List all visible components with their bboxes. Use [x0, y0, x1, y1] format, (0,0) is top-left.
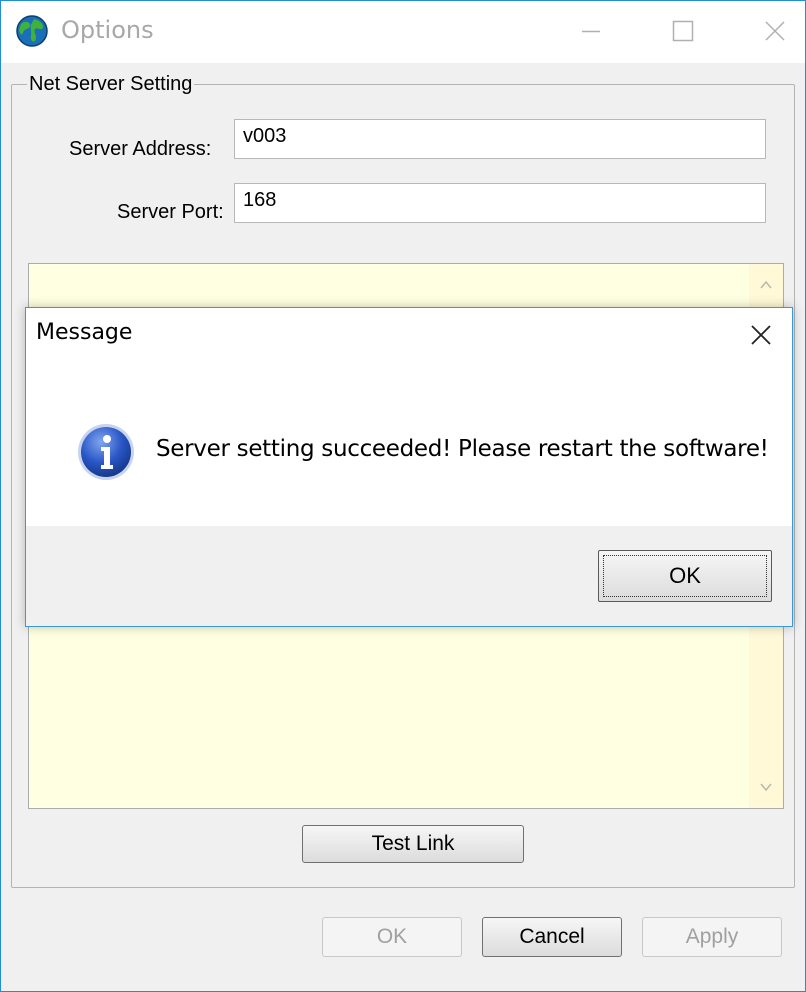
dialog-title: Message [36, 320, 133, 345]
close-icon [751, 325, 771, 345]
group-label: Net Server Setting [27, 73, 195, 96]
apply-button[interactable]: Apply [642, 917, 782, 957]
dialog-ok-button[interactable]: OK [598, 550, 772, 602]
dialog-title-bar[interactable]: Message [26, 308, 792, 360]
close-button[interactable] [753, 11, 797, 51]
dialog-body: Server setting succeeded! Please restart… [26, 360, 792, 526]
server-port-label: Server Port: [117, 201, 224, 223]
cancel-button[interactable]: Cancel [482, 917, 622, 957]
maximize-icon [672, 20, 694, 42]
title-bar[interactable]: Options [1, 1, 805, 63]
focus-rectangle [603, 555, 767, 597]
globe-icon [16, 15, 48, 47]
minimize-button[interactable] [569, 11, 613, 51]
server-port-input[interactable]: 168 [234, 183, 766, 223]
message-dialog: Message Server setting succeeded! Please… [25, 307, 793, 627]
ok-button[interactable]: OK [322, 917, 462, 957]
server-address-label: Server Address: [69, 138, 212, 160]
server-address-input[interactable]: v003 [234, 119, 766, 159]
dialog-close-button[interactable] [742, 316, 780, 354]
scroll-up-icon[interactable] [757, 276, 775, 294]
info-icon [78, 424, 134, 480]
test-link-button[interactable]: Test Link [302, 825, 524, 863]
scroll-down-icon[interactable] [757, 778, 775, 796]
window-title: Options [61, 16, 154, 44]
dialog-message: Server setting succeeded! Please restart… [156, 436, 769, 462]
close-icon [765, 21, 785, 41]
maximize-button[interactable] [661, 11, 705, 51]
minimize-icon [582, 30, 600, 33]
